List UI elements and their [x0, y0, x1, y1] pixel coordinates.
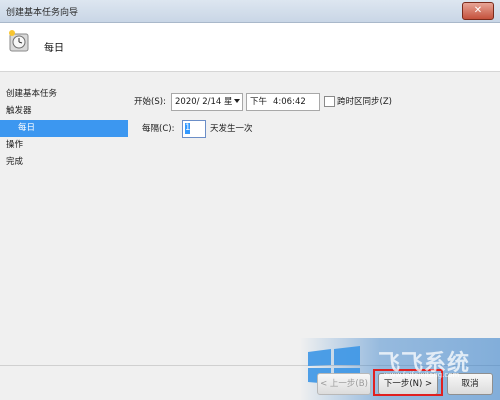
main-panel: 开始(S): 2020/ 2/14 星 下午 4:06:42 跨时区同步(Z) … — [134, 88, 498, 368]
recur-days-input[interactable]: 1 — [182, 120, 206, 138]
start-time-field[interactable]: 下午 4:06:42 — [246, 93, 320, 111]
recur-days-value: 1 — [185, 123, 191, 134]
wizard-header: 每日 — [0, 23, 500, 72]
recur-suffix: 天发生一次 — [210, 124, 253, 134]
wizard-steps-nav: 创建基本任务 触发器 每日 操作 完成 — [0, 86, 130, 171]
task-wizard-window: 创建基本任务向导 ✕ 每日 创建基本任务 触发器 每日 操作 完成 开始(S):… — [0, 0, 500, 400]
chevron-down-icon[interactable] — [234, 99, 240, 103]
title-bar: 创建基本任务向导 ✕ — [0, 0, 500, 23]
nav-step-trigger[interactable]: 触发器 — [0, 103, 130, 120]
watermark-url: www.feifeixitong.com — [384, 371, 460, 379]
sync-timezone-checkbox[interactable] — [324, 96, 335, 107]
back-button[interactable]: < 上一步(B) — [317, 373, 371, 395]
task-clock-icon — [9, 30, 29, 52]
nav-step-daily[interactable]: 每日 — [0, 120, 128, 137]
sync-timezone-label: 跨时区同步(Z) — [337, 97, 392, 107]
window-title: 创建基本任务向导 — [6, 8, 79, 18]
nav-step-create-basic-task[interactable]: 创建基本任务 — [0, 86, 130, 103]
start-date-picker[interactable]: 2020/ 2/14 星 — [171, 93, 243, 111]
time-value: 4:06:42 — [273, 97, 306, 107]
nav-step-finish[interactable]: 完成 — [0, 154, 130, 171]
close-icon: ✕ — [473, 5, 483, 16]
nav-step-action[interactable]: 操作 — [0, 137, 130, 154]
close-button[interactable]: ✕ — [462, 2, 494, 20]
time-ampm: 下午 — [250, 97, 268, 107]
start-date-value: 2020/ 2/14 星 — [175, 97, 233, 107]
recur-label: 每隔(C): — [142, 124, 175, 134]
start-label: 开始(S): — [134, 97, 166, 107]
page-title: 每日 — [44, 43, 64, 54]
